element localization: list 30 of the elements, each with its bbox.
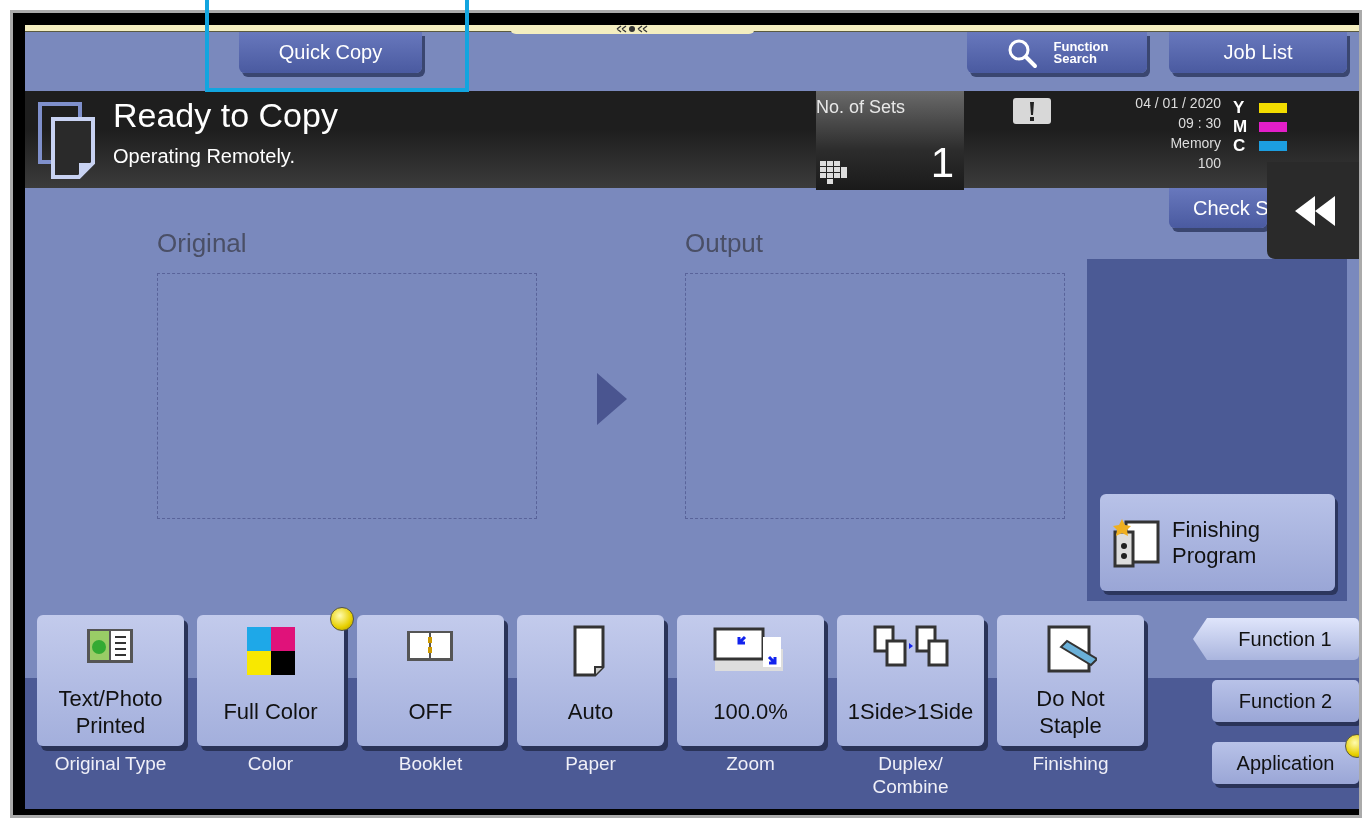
finishing-program-icon xyxy=(1112,517,1162,568)
date-text: 04 / 01 / 2020 xyxy=(1135,94,1221,113)
toner-letter: Y xyxy=(1233,98,1246,118)
right-arrow-icon xyxy=(597,373,627,425)
warning-icon xyxy=(1013,98,1051,124)
collapse-panel-button[interactable] xyxy=(1267,162,1359,259)
tile-caption: Duplex/ Combine xyxy=(872,752,949,798)
tile-caption: Zoom xyxy=(726,752,775,775)
status-title: Ready to Copy xyxy=(113,96,338,135)
panel-label: Output xyxy=(685,228,765,259)
panel-label: Original xyxy=(157,228,248,259)
side-tab[interactable]: Function 1 xyxy=(1193,618,1359,660)
tile-caption: Finishing xyxy=(1032,752,1109,775)
double-left-arrow-icon xyxy=(1295,195,1335,226)
toner-letter: C xyxy=(1233,136,1247,156)
sets-label: No. of Sets xyxy=(816,97,907,118)
memory-label: Memory xyxy=(1170,134,1221,153)
time-text: 09 : 30 xyxy=(1178,114,1221,133)
status-message: Operating Remotely. xyxy=(113,145,295,168)
tile-caption: Booklet xyxy=(398,752,463,775)
tile-caption: Original Type xyxy=(54,752,167,775)
color-squares-icon xyxy=(244,625,297,677)
tile-caption: Color xyxy=(247,752,294,775)
memory-value: 100 xyxy=(1197,154,1221,173)
keypad-icon xyxy=(820,161,848,184)
tile-caption: Paper xyxy=(565,752,616,775)
toner-letter: M xyxy=(1233,117,1247,137)
handle-grip-icon xyxy=(615,25,649,33)
sets-counter[interactable]: No. of Sets 1 xyxy=(816,91,964,190)
sets-value: 1 xyxy=(930,142,954,184)
